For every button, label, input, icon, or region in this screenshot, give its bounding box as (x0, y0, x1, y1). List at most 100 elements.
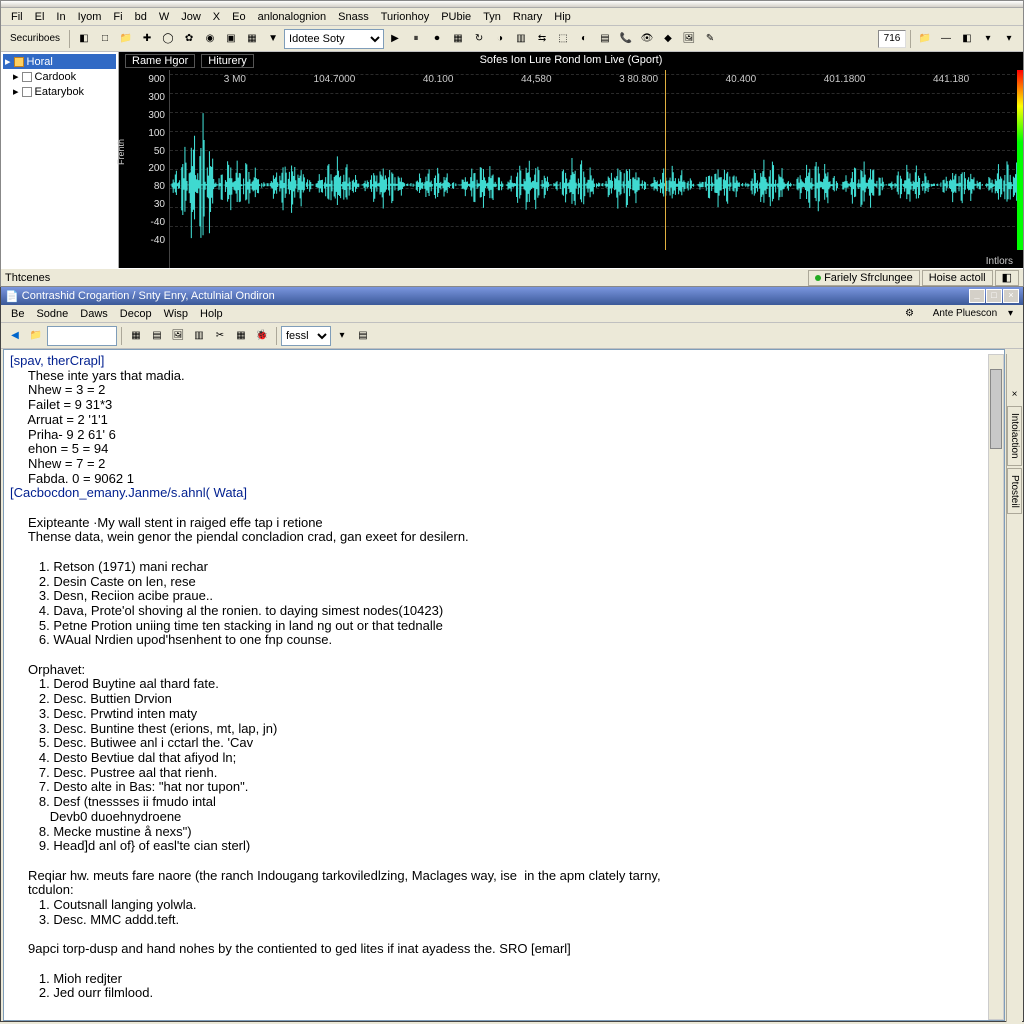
toolbar-button[interactable]: 👁 (637, 29, 657, 49)
x-axis-unit: Intlors (986, 256, 1013, 267)
toolbar-button[interactable]: ▾ (978, 29, 998, 49)
tree-item[interactable]: ▸Cardook (3, 69, 116, 84)
toolbar-button[interactable]: ◆ (658, 29, 678, 49)
side-tab[interactable]: Ptosteil (1007, 468, 1022, 515)
toolbar-button[interactable]: ▶ (385, 29, 405, 49)
editor-titlebar[interactable]: 📄 Contrashid Crogartion / Snty Enry, Act… (1, 287, 1023, 305)
code-editor[interactable]: [spav, therCrapl] These inte yars that m… (3, 349, 1005, 1021)
playhead-cursor[interactable] (665, 70, 666, 250)
toolbar-button[interactable]: ✎ (700, 29, 720, 49)
folder-icon[interactable]: 📁 (26, 326, 46, 346)
menu-item[interactable]: anlonalognion (252, 10, 333, 24)
menu-item[interactable]: Jow (175, 10, 207, 24)
toolbar-button[interactable]: ◉ (200, 29, 220, 49)
toolbar-button[interactable]: ⇆ (532, 29, 552, 49)
toolbar-button[interactable]: ▣ (221, 29, 241, 49)
minimize-button[interactable]: _ (969, 289, 985, 303)
scrollbar[interactable] (988, 354, 1004, 1020)
menu-item[interactable]: El (29, 10, 51, 24)
toolbar-button[interactable]: ▼ (263, 29, 283, 49)
menu-item[interactable]: Hip (548, 10, 577, 24)
toolbar-button[interactable]: ◐ (574, 29, 594, 49)
toolbar-button[interactable]: ✿ (179, 29, 199, 49)
toolbar-button[interactable]: — (936, 29, 956, 49)
tool-icon[interactable]: ▤ (353, 326, 373, 346)
vu-meter (1017, 70, 1023, 250)
menu-item[interactable]: Eo (226, 10, 251, 24)
menu-item[interactable]: Rnary (507, 10, 548, 24)
sequences-button[interactable]: Securiboes (5, 29, 65, 49)
tool-icon[interactable]: 🐞 (252, 326, 272, 346)
scrollbar-thumb[interactable] (990, 369, 1002, 449)
toolbar-button[interactable]: ⬚ (553, 29, 573, 49)
tree-item[interactable]: ▸Eatarybok (3, 84, 116, 99)
menu-item[interactable]: In (50, 10, 71, 24)
toolbar-button[interactable]: □ (95, 29, 115, 49)
menu-item[interactable]: Fil (5, 10, 29, 24)
menu-item[interactable]: Iyom (72, 10, 108, 24)
maximize-button[interactable]: □ (986, 289, 1002, 303)
toolbar-button[interactable]: ▦ (242, 29, 262, 49)
project-tree[interactable]: ▸Horal ▸Cardook ▸Eatarybok (1, 52, 119, 268)
menu-item[interactable]: Sodne (30, 307, 74, 321)
toolbar-button[interactable]: ◑ (490, 29, 510, 49)
menu-item[interactable]: Daws (74, 307, 114, 321)
toolbar-button[interactable]: ◧ (74, 29, 94, 49)
waveform-canvas[interactable]: 3 M0104.700040.10044,5803 80.80040.40040… (169, 70, 1023, 268)
toolbar-button[interactable]: ⏺ (427, 29, 447, 49)
tool-icon[interactable]: ▾ (332, 326, 352, 346)
menu-item[interactable]: PUbie (435, 10, 477, 24)
tool-icon[interactable]: 🖼 (168, 326, 188, 346)
menu-item[interactable]: Snass (332, 10, 375, 24)
wave-title: Sofes Ion Lure Rond lom Live (Gport) (480, 54, 663, 66)
status-cell[interactable]: Hoise actoll (922, 270, 993, 286)
tool-icon[interactable]: ✂ (210, 326, 230, 346)
menu-item[interactable]: X (207, 10, 226, 24)
toolbar-button[interactable]: ▦ (448, 29, 468, 49)
toolbar-button[interactable]: 📁 (116, 29, 136, 49)
nav-back-icon[interactable]: ◀ (5, 326, 25, 346)
menu-item[interactable]: Wisp (158, 307, 194, 321)
top-toolbar: Securiboes ◧□📁✚◯✿◉▣▦▼ Idotee Soty ▶⏸⏺▦↻◑… (1, 26, 1023, 52)
toolbar-button[interactable]: ▤ (595, 29, 615, 49)
search-input[interactable] (47, 326, 117, 346)
toolbar-select[interactable]: Idotee Soty (284, 29, 384, 49)
toolbar-button[interactable]: 📁 (915, 29, 935, 49)
top-titlebar[interactable] (1, 1, 1023, 8)
menu-item[interactable]: Tyn (477, 10, 507, 24)
gear-icon[interactable]: ⚙ (899, 307, 920, 320)
toolbar-button[interactable]: ⏸ (406, 29, 426, 49)
status-cell[interactable]: Fariely Sfrclungee (808, 270, 920, 286)
tool-icon[interactable]: ▤ (147, 326, 167, 346)
editor-toolbar: ◀ 📁 ▦ ▤ 🖼 ▥ ✂ ▦ 🐞 fessl ▾ ▤ (1, 323, 1023, 349)
top-statusbar: Thtcenes Fariely Sfrclungee Hoise actoll… (1, 268, 1023, 286)
menu-item[interactable]: Decop (114, 307, 158, 321)
editor-combo[interactable]: fessl (281, 326, 331, 346)
menu-item[interactable]: Turionhoy (375, 10, 436, 24)
toolbar-button[interactable]: ◯ (158, 29, 178, 49)
toolbar-button[interactable]: ↻ (469, 29, 489, 49)
menu-item[interactable]: Holp (194, 307, 229, 321)
wave-tab[interactable]: Rame Hgor (125, 54, 195, 68)
menu-item[interactable]: Be (5, 307, 30, 321)
tool-icon[interactable]: ▦ (126, 326, 146, 346)
menu-item[interactable]: Fi (107, 10, 128, 24)
tool-icon[interactable]: ▦ (231, 326, 251, 346)
toolbar-button[interactable]: 🖼 (679, 29, 699, 49)
toolbar-button[interactable]: ▥ (511, 29, 531, 49)
close-button[interactable]: × (1003, 289, 1019, 303)
close-icon[interactable]: × (1005, 384, 1024, 404)
toolbar-button[interactable]: ◧ (957, 29, 977, 49)
top-menubar: FilElInIyomFibdWJowXEoanlonalognionSnass… (1, 8, 1023, 26)
toolbar-button[interactable]: 📞 (616, 29, 636, 49)
toolbar-button[interactable]: ✚ (137, 29, 157, 49)
menu-item[interactable]: bd (129, 10, 153, 24)
tool-icon[interactable]: ▥ (189, 326, 209, 346)
waveform-window: FilElInIyomFibdWJowXEoanlonalognionSnass… (0, 0, 1024, 287)
side-tab[interactable]: Intoiaction (1007, 406, 1022, 466)
toolbar-button[interactable]: ▾ (999, 29, 1019, 49)
wave-tab[interactable]: Hiturery (201, 54, 254, 68)
tree-root[interactable]: ▸Horal (3, 54, 116, 69)
menu-item[interactable]: W (153, 10, 175, 24)
status-cell[interactable]: ◧ (995, 270, 1019, 286)
